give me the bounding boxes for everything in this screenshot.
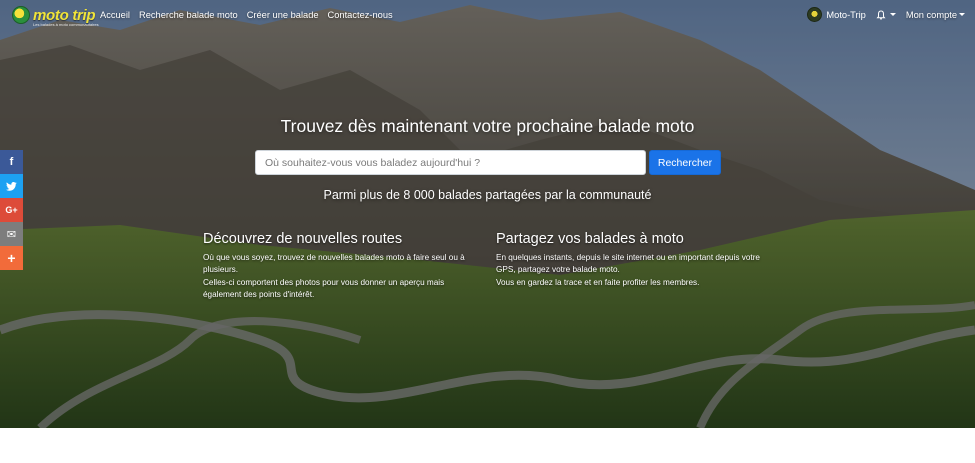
chevron-down-icon [889,13,896,16]
user-name: Moto-Trip [826,9,866,20]
logo-tagline: Les balades à moto communautaires [33,22,99,27]
chevron-down-icon [959,13,965,16]
email-icon[interactable]: ✉ [0,222,23,246]
nav-links: Accueil Recherche balade moto Créer une … [100,10,393,20]
nav-link-accueil[interactable]: Accueil [100,10,130,20]
feature-text: Celles-ci comportent des photos pour vou… [203,277,445,300]
feature-share: Partagez vos balades à moto En quelques … [496,231,768,289]
account-dropdown[interactable]: Mon compte [906,10,965,20]
feature-text: Où que vous soyez, trouvez de nouvelles … [203,253,465,275]
hero-section: moto trip Les balades à moto communautai… [0,0,975,428]
nav-right: Moto-Trip Mon compte [807,7,965,22]
nav-link-creer[interactable]: Créer une balade [247,10,319,20]
account-label: Mon compte [905,9,957,20]
feature-text: Vous en gardez la trace et en faite prof… [496,277,700,287]
mountain-landscape-image [0,0,975,428]
feature-title: Partagez vos balades à moto [496,231,684,247]
moto-trip-logo[interactable]: moto trip Les balades à moto communautai… [12,6,99,27]
top-navbar: moto trip Les balades à moto communautai… [0,0,975,32]
community-count-text: Parmi plus de 8 000 balades partagées pa… [323,188,652,202]
google-plus-icon[interactable]: G+ [0,198,23,222]
twitter-bird-icon [6,181,17,191]
nav-link-contact[interactable]: Contactez-nous [328,10,393,20]
search-button[interactable]: Rechercher [649,150,721,175]
social-share-bar: f G+ ✉ + [0,150,23,270]
feature-title: Découvrez de nouvelles routes [203,231,403,247]
notifications-dropdown[interactable] [876,9,896,20]
more-icon[interactable]: + [0,246,23,270]
search-input[interactable] [255,150,646,175]
avatar [807,7,823,22]
user-profile-link[interactable]: Moto-Trip [807,7,866,22]
twitter-icon[interactable] [0,174,23,198]
bell-icon [876,9,886,20]
logo-globe-icon [12,6,30,24]
feature-discover: Découvrez de nouvelles routes Où que vou… [203,231,483,302]
facebook-icon[interactable]: f [0,150,23,174]
feature-text: En quelques instants, depuis le site int… [496,253,760,275]
hero-headline: Trouvez dès maintenant votre prochaine b… [280,116,695,136]
logo-text: moto trip [33,6,96,24]
below-fold-section [0,428,975,463]
nav-link-recherche[interactable]: Recherche balade moto [139,10,238,20]
